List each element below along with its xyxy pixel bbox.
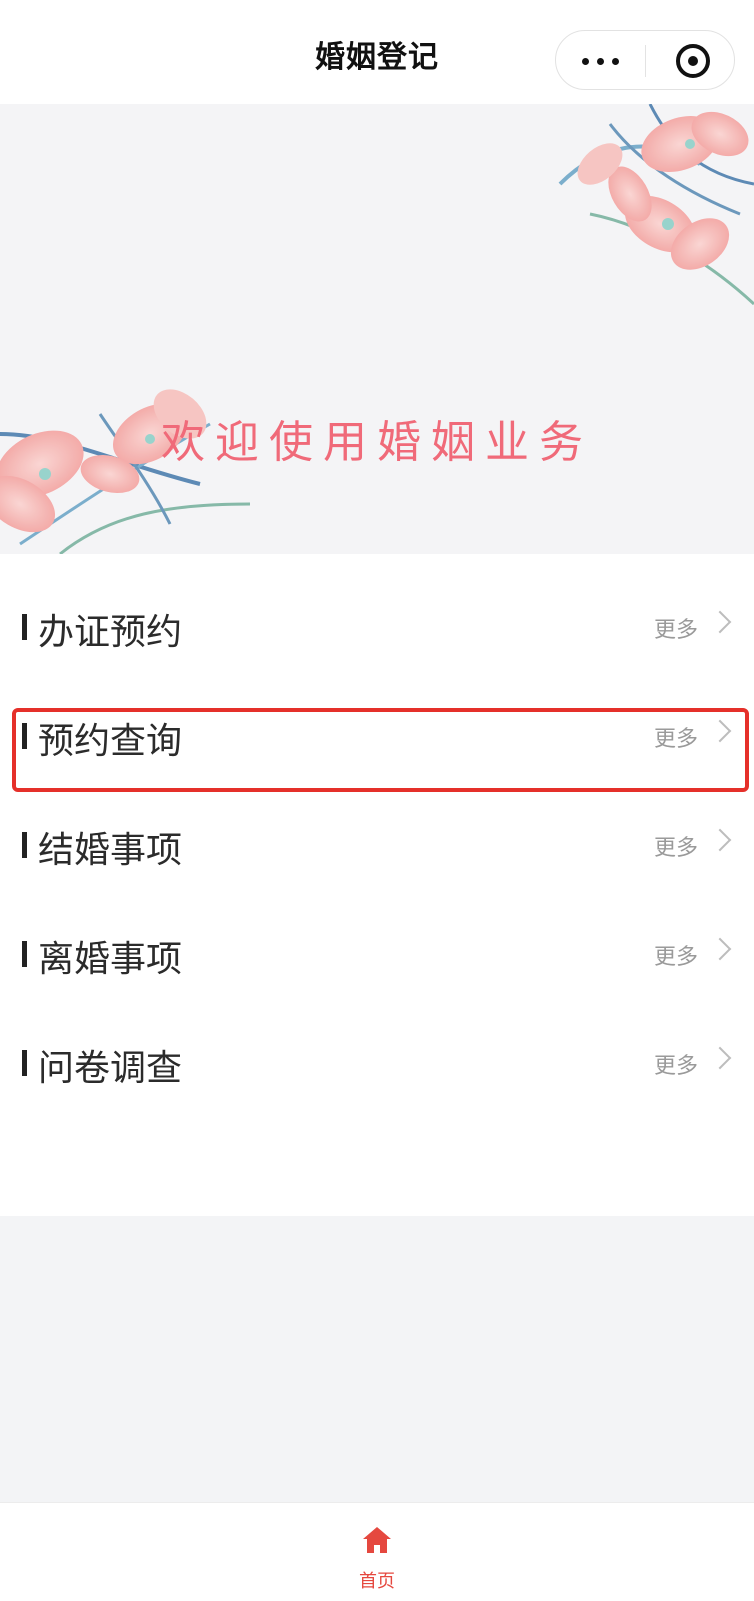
bottom-tab-bar: 首页 bbox=[0, 1502, 754, 1601]
row-marker bbox=[22, 941, 27, 967]
menu-item-label: 结婚事项 bbox=[38, 830, 183, 871]
close-mini-program-button[interactable] bbox=[646, 31, 734, 89]
chevron-right-icon bbox=[708, 1046, 732, 1070]
chevron-right-icon bbox=[708, 610, 732, 634]
row-marker bbox=[22, 1050, 27, 1076]
more-link[interactable]: 更多 bbox=[654, 612, 698, 644]
more-link[interactable]: 更多 bbox=[654, 1048, 698, 1080]
menu-item-appointment[interactable]: 办证预约 更多 bbox=[0, 570, 754, 680]
menu-item-divorce[interactable]: 离婚事项 更多 bbox=[0, 897, 754, 1007]
menu-item-label: 问卷调查 bbox=[38, 1048, 183, 1089]
tab-home-label: 首页 bbox=[359, 1571, 395, 1592]
navigation-bar: 婚姻登记 bbox=[0, 0, 754, 104]
flower-illustration bbox=[0, 104, 754, 554]
welcome-banner[interactable]: 欢迎使用婚姻业务 bbox=[0, 104, 754, 554]
menu-item-marriage[interactable]: 结婚事项 更多 bbox=[0, 788, 754, 898]
menu-item-label: 办证预约 bbox=[38, 612, 183, 653]
more-dots-icon bbox=[582, 58, 622, 66]
chevron-right-icon bbox=[708, 937, 732, 961]
row-marker bbox=[22, 832, 27, 858]
highlight-box bbox=[12, 708, 749, 792]
mini-program-capsule bbox=[555, 30, 735, 90]
chevron-right-icon bbox=[708, 828, 732, 852]
more-link[interactable]: 更多 bbox=[654, 939, 698, 971]
menu-item-label: 离婚事项 bbox=[38, 939, 183, 980]
target-icon bbox=[676, 44, 710, 78]
menu-item-survey[interactable]: 问卷调查 更多 bbox=[0, 1006, 754, 1116]
more-menu-button[interactable] bbox=[556, 31, 646, 89]
tab-home[interactable]: 首页 bbox=[337, 1517, 417, 1597]
row-marker bbox=[22, 614, 27, 640]
banner-welcome-text: 欢迎使用婚姻业务 bbox=[161, 417, 593, 468]
home-icon bbox=[363, 1527, 391, 1553]
more-link[interactable]: 更多 bbox=[654, 830, 698, 862]
service-menu-list: 办证预约 更多 预约查询 更多 结婚事项 更多 离婚事项 更多 问卷调查 更多 bbox=[0, 554, 754, 1216]
